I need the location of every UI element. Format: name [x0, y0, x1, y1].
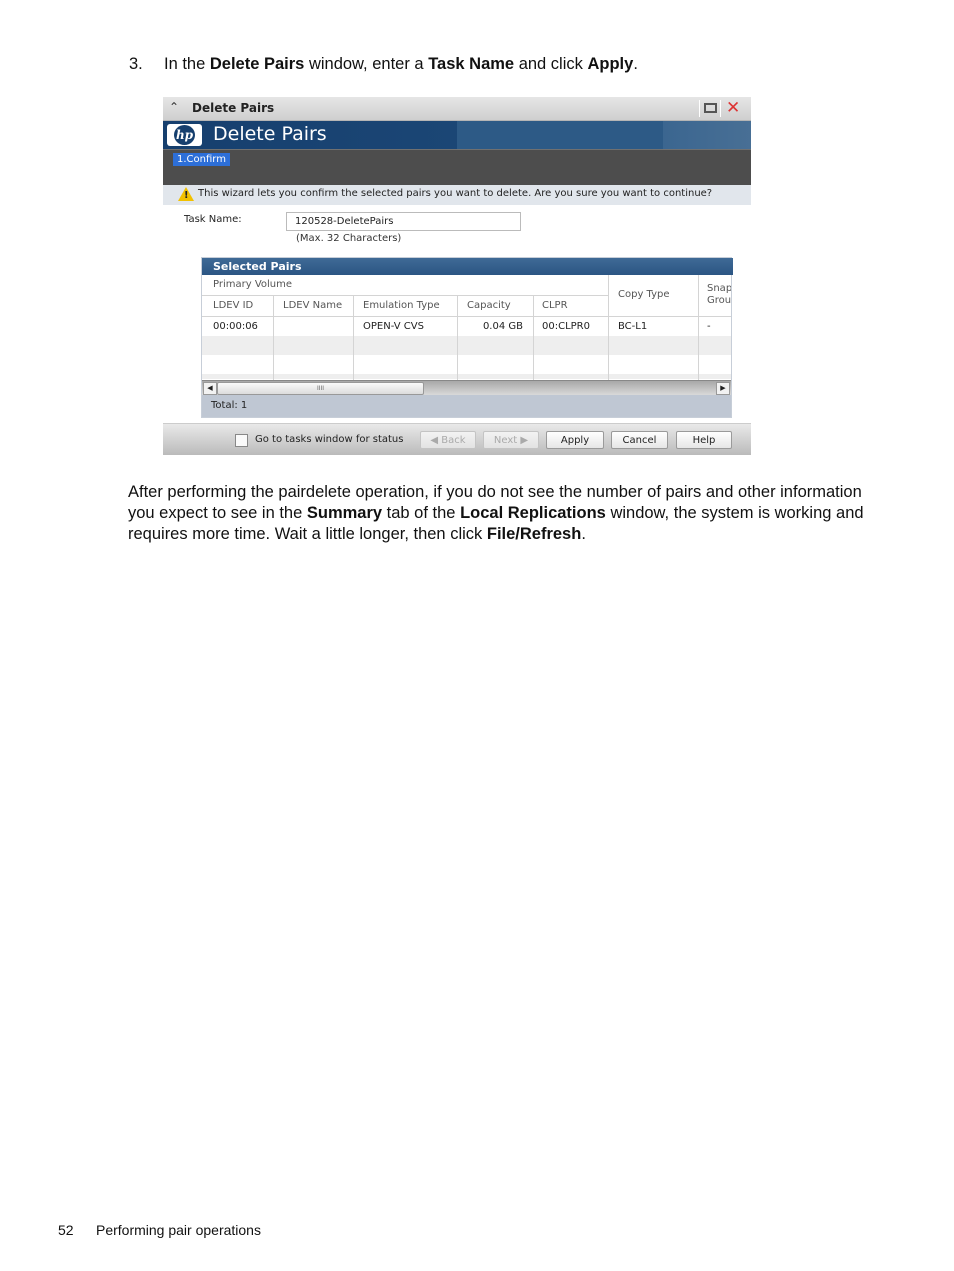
- task-name-label: Task Name:: [184, 214, 242, 225]
- footer-section: Performing pair operations: [96, 1222, 261, 1238]
- table-title: Selected Pairs: [213, 260, 302, 273]
- wizard-notice: ! This wizard lets you confirm the selec…: [163, 185, 751, 205]
- text-run: .: [633, 55, 638, 73]
- window-titlebar: ⌃ Delete Pairs ✕: [163, 97, 751, 121]
- cell-snap-group: -: [707, 321, 711, 332]
- wizard-button-bar: Go to tasks window for status ◀ Back Nex…: [163, 423, 751, 455]
- text-run: .: [581, 525, 586, 543]
- wizard-steps: 1.Confirm: [163, 149, 751, 185]
- help-button[interactable]: Help: [676, 431, 732, 449]
- row-stripe: [202, 336, 731, 355]
- wizard-banner: hp Delete Pairs: [163, 121, 751, 149]
- hp-logo-text: hp: [174, 125, 195, 145]
- grid-line: [457, 295, 458, 380]
- grid-line: [202, 295, 608, 296]
- column-header[interactable]: LDEV Name: [283, 300, 342, 311]
- text-run: and click: [514, 55, 588, 73]
- scroll-right-icon[interactable]: ▶: [716, 382, 730, 395]
- notice-message: This wizard lets you confirm the selecte…: [198, 188, 713, 199]
- go-to-tasks-label[interactable]: Go to tasks window for status: [255, 434, 403, 445]
- grid-line: [202, 316, 731, 317]
- banner-title: Delete Pairs: [213, 123, 327, 145]
- task-name-input[interactable]: [286, 212, 521, 231]
- cancel-button[interactable]: Cancel: [611, 431, 668, 449]
- table-title-bar: Selected Pairs: [202, 258, 733, 275]
- grid-line: [353, 295, 354, 380]
- maximize-icon[interactable]: [704, 103, 717, 113]
- bold-term: Summary: [306, 504, 383, 522]
- row-stripe: [202, 374, 731, 379]
- step-number: 3.: [129, 55, 143, 73]
- bold-term: File/Refresh: [486, 525, 582, 543]
- text-run: window, enter a: [304, 55, 429, 73]
- go-to-tasks-checkbox[interactable]: [235, 434, 248, 447]
- step-text: In the Delete Pairs window, enter a Task…: [164, 55, 638, 73]
- task-name-hint: (Max. 32 Characters): [296, 233, 402, 244]
- column-header[interactable]: Copy Type: [618, 289, 670, 300]
- group-header-primary-volume: Primary Volume: [213, 279, 293, 290]
- cell-emulation-type: OPEN-V CVS: [363, 321, 424, 332]
- bold-term: Local Replications: [460, 504, 606, 522]
- double-chevron-up-icon[interactable]: ⌃: [169, 100, 179, 114]
- horizontal-scrollbar[interactable]: ◀ IIII ▶: [202, 380, 731, 395]
- header-line: Snap: [707, 283, 731, 294]
- text-run: tab of the: [382, 504, 461, 522]
- bold-term: Apply: [587, 55, 634, 73]
- bold-term: Delete Pairs: [209, 55, 305, 73]
- cell-ldev-id: 00:00:06: [213, 321, 258, 332]
- grid-line: [533, 295, 534, 380]
- column-header[interactable]: Snap Grou: [707, 283, 731, 307]
- warning-icon: !: [178, 187, 194, 201]
- next-button[interactable]: Next ▶: [483, 431, 539, 449]
- header-line: Grou: [707, 295, 731, 306]
- cell-capacity: 0.04 GB: [482, 321, 523, 332]
- column-header[interactable]: LDEV ID: [213, 300, 253, 311]
- cell-copy-type: BC-L1: [618, 321, 648, 332]
- text-run: In the: [164, 55, 210, 73]
- titlebar-divider: [720, 100, 721, 117]
- apply-button[interactable]: Apply: [546, 431, 604, 449]
- step-instruction: 3. In the Delete Pairs window, enter a Ta…: [129, 55, 638, 74]
- titlebar-divider: [699, 100, 700, 117]
- page-number: 52: [58, 1222, 74, 1238]
- bold-term: Task Name: [428, 55, 515, 73]
- column-header[interactable]: Emulation Type: [363, 300, 440, 311]
- table-total-bar: Total: 1: [202, 395, 731, 417]
- hp-logo: hp: [167, 124, 202, 146]
- grid-line: [698, 275, 699, 380]
- column-header[interactable]: Capacity: [467, 300, 511, 311]
- selected-pairs-table: Selected Pairs Primary Volume LDEV ID LD…: [201, 257, 733, 418]
- window-title: Delete Pairs: [192, 101, 275, 115]
- grid-line: [608, 275, 609, 380]
- total-count: Total: 1: [211, 400, 248, 411]
- scroll-left-icon[interactable]: ◀: [203, 382, 217, 395]
- back-button[interactable]: ◀ Back: [420, 431, 476, 449]
- body-paragraph: After performing the pairdelete operatio…: [128, 482, 868, 545]
- grid-line: [273, 295, 274, 380]
- page-footer: 52 Performing pair operations: [58, 1222, 261, 1238]
- cell-clpr: 00:CLPR0: [542, 321, 590, 332]
- step-confirm[interactable]: 1.Confirm: [173, 153, 230, 166]
- scroll-thumb[interactable]: IIII: [217, 382, 424, 395]
- delete-pairs-window: ⌃ Delete Pairs ✕ hp Delete Pairs 1.Confi…: [163, 97, 751, 455]
- column-header[interactable]: CLPR: [542, 300, 568, 311]
- close-icon[interactable]: ✕: [726, 98, 740, 118]
